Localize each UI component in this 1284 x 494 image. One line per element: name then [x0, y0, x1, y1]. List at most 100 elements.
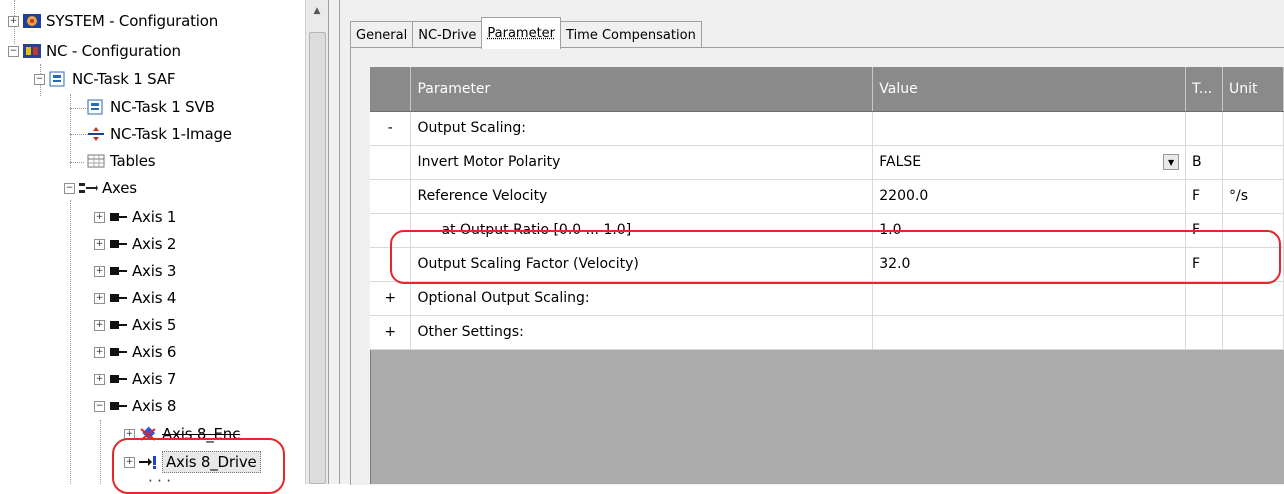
tree-node-axis-3[interactable]: + Axis 3 [94, 258, 176, 284]
task-icon [48, 71, 68, 87]
row-toggle[interactable]: + [370, 281, 412, 316]
expand-icon[interactable]: + [94, 346, 105, 358]
param-name: Other Settings: [410, 315, 874, 350]
chevron-down-icon[interactable]: ▼ [1163, 154, 1180, 170]
expand-icon[interactable]: + [8, 15, 19, 27]
tree-node-nc-task-saf[interactable]: − NC-Task 1 SAF [34, 66, 175, 92]
tree-node-axis-1[interactable]: + Axis 1 [94, 204, 176, 230]
param-unit [1222, 247, 1284, 282]
tree-node-partial: · · · [148, 476, 171, 484]
expand-icon[interactable]: + [94, 292, 105, 304]
system-config-icon [22, 13, 42, 29]
tab-general[interactable]: General [350, 21, 414, 48]
tree-node-axis-8[interactable]: − Axis 8 [94, 393, 176, 419]
param-unit [1222, 315, 1284, 350]
tree-node-axis-4[interactable]: + Axis 4 [94, 285, 176, 311]
tree-node-axis-7[interactable]: + Axis 7 [94, 366, 176, 392]
param-value[interactable]: 32.0 [872, 247, 1187, 282]
header-parameter[interactable]: Parameter [410, 67, 874, 112]
tab-time-compensation[interactable]: Time Compensation [560, 21, 702, 48]
axis-icon [108, 236, 128, 252]
table-row[interactable]: + Other Settings: [370, 315, 1284, 350]
param-unit [1222, 145, 1284, 180]
tree-node-tables[interactable]: Tables [86, 148, 156, 174]
expand-icon[interactable]: + [94, 238, 105, 250]
axis-icon [108, 209, 128, 225]
tree-node-nc[interactable]: − NC - Configuration [8, 38, 181, 64]
tree-view[interactable]: + SYSTEM - Configuration − NC - Configur… [0, 0, 305, 484]
row-toggle [370, 145, 412, 180]
header-toggle[interactable] [370, 67, 412, 112]
table-icon [86, 153, 106, 169]
param-type [1185, 111, 1223, 146]
row-toggle [370, 213, 412, 248]
param-value: FALSE [879, 154, 922, 170]
param-value [872, 315, 1187, 350]
param-value[interactable]: 2200.0 [872, 179, 1187, 214]
row-toggle [370, 179, 412, 214]
tree-node-system[interactable]: + SYSTEM - Configuration [8, 8, 218, 34]
param-type [1185, 315, 1223, 350]
tree-node-axis-6[interactable]: + Axis 6 [94, 339, 176, 365]
param-name: at Output Ratio [0.0 ... 1.0] [410, 213, 874, 248]
param-unit [1222, 111, 1284, 146]
nc-config-icon [22, 43, 42, 59]
scroll-up-arrow-icon[interactable]: ▲ [306, 0, 328, 22]
row-toggle [370, 247, 412, 282]
tree-connector [70, 200, 71, 484]
collapse-icon[interactable]: − [34, 73, 45, 85]
param-value-dropdown[interactable]: FALSE ▼ [872, 145, 1187, 180]
expand-icon[interactable]: + [94, 373, 105, 385]
collapse-icon[interactable]: − [94, 400, 105, 412]
expand-icon[interactable]: + [124, 456, 135, 468]
header-unit[interactable]: Unit [1222, 67, 1284, 112]
table-row[interactable]: Output Scaling Factor (Velocity) 32.0 F [370, 247, 1284, 282]
tree-node-axis-8-drive[interactable]: + Axis 8_Drive [124, 449, 261, 475]
param-unit [1222, 213, 1284, 248]
tab-parameter[interactable]: Parameter [481, 17, 562, 49]
expand-icon[interactable]: + [94, 319, 105, 331]
expand-icon[interactable]: + [124, 428, 135, 440]
param-type: B [1185, 145, 1223, 180]
table-row[interactable]: Invert Motor Polarity FALSE ▼ B [370, 145, 1284, 180]
tree-node-axes[interactable]: − Axes [64, 175, 137, 201]
tree-scrollbar[interactable]: ▲ [305, 0, 328, 484]
tree-node-nc-task-image[interactable]: NC-Task 1-Image [86, 121, 232, 147]
expand-icon[interactable]: + [94, 265, 105, 277]
header-value[interactable]: Value [872, 67, 1187, 112]
collapse-icon[interactable]: − [8, 45, 19, 57]
param-value[interactable]: 1.0 [872, 213, 1187, 248]
tree-node-axis-2[interactable]: + Axis 2 [94, 231, 176, 257]
expand-icon[interactable]: + [94, 211, 105, 223]
table-row[interactable]: - Output Scaling: [370, 111, 1284, 146]
axis-icon [108, 371, 128, 387]
param-type: F [1185, 179, 1223, 214]
tree-node-nc-task-svb[interactable]: NC-Task 1 SVB [86, 94, 215, 120]
param-unit: °/s [1222, 179, 1284, 214]
param-type: F [1185, 213, 1223, 248]
table-row[interactable]: + Optional Output Scaling: [370, 281, 1284, 316]
tree-node-axis-8-enc[interactable]: + Axis 8_Enc [124, 421, 240, 447]
header-type[interactable]: T... [1185, 67, 1223, 112]
table-row[interactable]: at Output Ratio [0.0 ... 1.0] 1.0 F [370, 213, 1284, 248]
parameter-grid: Parameter Value T... Unit - Output Scali… [370, 67, 1284, 350]
axis-icon [108, 317, 128, 333]
tree-connector [100, 420, 101, 484]
tab-bar: General NC-Drive Parameter Time Compensa… [350, 17, 702, 49]
pane-splitter[interactable] [328, 0, 340, 484]
scroll-thumb[interactable] [309, 32, 326, 484]
encoder-icon [138, 426, 158, 442]
tree-node-axis-5[interactable]: + Axis 5 [94, 312, 176, 338]
row-toggle[interactable]: - [370, 111, 412, 146]
param-name: Invert Motor Polarity [410, 145, 874, 180]
collapse-icon[interactable]: − [64, 182, 75, 194]
row-toggle[interactable]: + [370, 315, 412, 350]
param-type: F [1185, 247, 1223, 282]
tab-nc-drive[interactable]: NC-Drive [412, 21, 483, 48]
drive-icon [138, 454, 158, 470]
tree-connector [70, 94, 71, 168]
axis-icon [108, 344, 128, 360]
axis-icon [108, 290, 128, 306]
table-row[interactable]: Reference Velocity 2200.0 F °/s [370, 179, 1284, 214]
param-name: Output Scaling: [410, 111, 874, 146]
